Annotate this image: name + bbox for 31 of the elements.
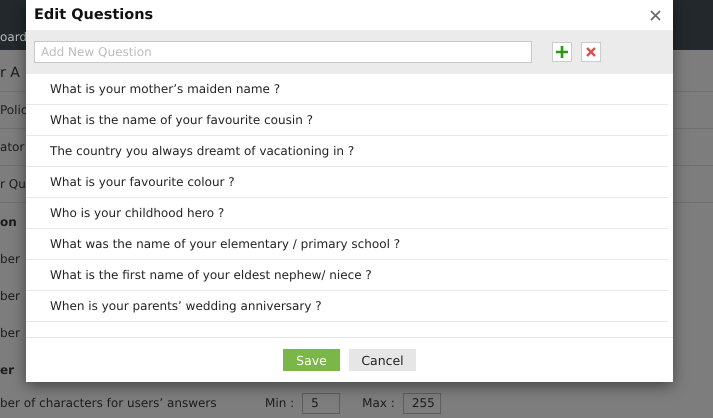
question-item[interactable]: Who is your childhood hero ? [50, 206, 224, 220]
plus-icon [556, 46, 568, 58]
sidebar-item[interactable]: ator [0, 140, 24, 154]
question-item[interactable]: What is your mother’s maiden name ? [50, 82, 280, 96]
section-heading: er [0, 362, 14, 376]
question-item[interactable]: What is the first name of your eldest nephew/ niece ? [50, 268, 372, 282]
question-input-field[interactable]: Add New Question [34, 41, 532, 63]
add-button[interactable] [552, 42, 572, 62]
sidebar-item[interactable]: Polic [0, 103, 28, 117]
question-item[interactable]: What was the name of your elementary / primary school ? [50, 237, 400, 251]
setting-label: ber [0, 326, 20, 340]
min-field[interactable]: 5 [302, 392, 340, 414]
question-item[interactable]: When is your parents’ wedding anniversary ? [50, 299, 322, 313]
max-field[interactable]: 255 [402, 392, 441, 414]
nav-link[interactable]: oard [0, 30, 28, 44]
section-heading: r A [0, 65, 20, 81]
question-item[interactable]: The country you always dreamt of vacationing in ? [50, 144, 354, 158]
setting-label: ber [0, 288, 20, 302]
close-icon[interactable] [650, 10, 661, 20]
cross-icon [586, 47, 596, 57]
max-label: Max : [362, 396, 395, 410]
question-item[interactable]: What is your favourite colour ? [50, 175, 235, 189]
section-heading: on [0, 214, 17, 228]
sidebar-item[interactable]: r Qu [0, 177, 26, 191]
setting-label: ber [0, 252, 20, 266]
min-label: Min : [265, 396, 294, 410]
dialog-title: Edit Questions [34, 7, 154, 23]
setting-label: ber of characters for users’ answers [0, 396, 218, 410]
question-item[interactable]: What is the name of your favourite cousin ? [50, 113, 313, 127]
delete-button[interactable] [581, 42, 601, 62]
cancel-button[interactable]: Cancel [349, 349, 416, 371]
